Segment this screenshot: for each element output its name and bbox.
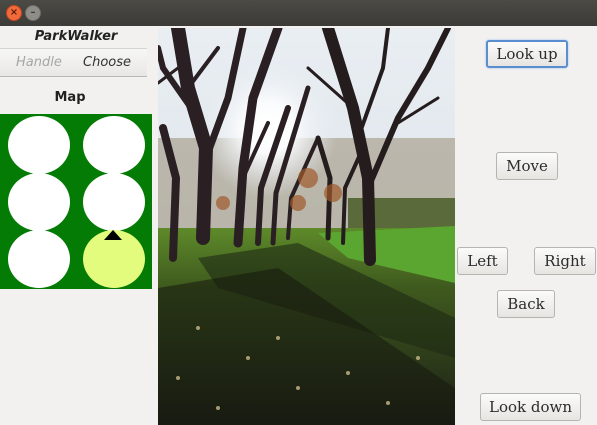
minimize-window-icon[interactable]: – [25,5,41,21]
map-cell [83,116,145,174]
app-title: ParkWalker [34,29,118,44]
close-window-icon[interactable]: × [6,5,22,21]
tab-bar: Handle Choose [0,48,147,77]
look-down-button[interactable]: Look down [480,393,581,421]
map-cell [8,173,70,231]
map-cell [8,230,70,288]
map-cell [8,116,70,174]
sidebar: ParkWalker Handle Choose Map [0,26,152,425]
look-up-button[interactable]: Look up [486,40,568,68]
tab-choose[interactable]: Choose [83,55,131,70]
turn-right-button[interactable]: Right [534,247,596,275]
view-image [158,28,455,425]
heading-marker-icon [104,230,122,240]
back-button[interactable]: Back [497,290,555,318]
window-titlebar: × – [0,0,597,26]
move-button[interactable]: Move [496,152,558,180]
map-cell [83,173,145,231]
map-grid [0,114,152,289]
map-heading: Map [54,90,86,105]
turn-left-button[interactable]: Left [457,247,508,275]
tab-handle: Handle [16,55,62,70]
